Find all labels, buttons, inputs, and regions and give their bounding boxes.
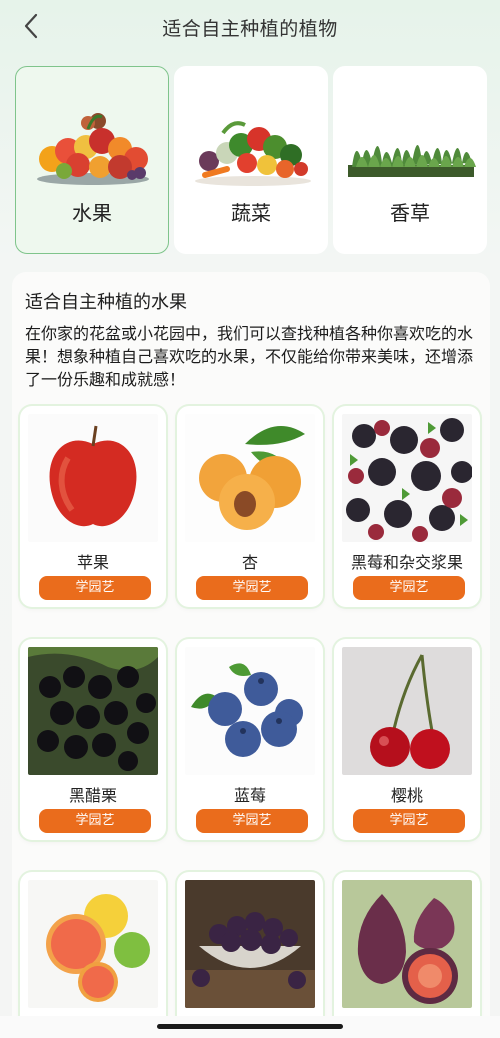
fruit-section: 适合自主种植的水果 在你家的花盆或小花园中，我们可以查找种植各种你喜欢吃的水果！… — [12, 272, 490, 1038]
learn-gardening-button[interactable]: 学园艺 — [39, 576, 151, 600]
learn-gardening-button[interactable]: 学园艺 — [353, 576, 465, 600]
plant-card-plum[interactable] — [177, 872, 323, 1038]
plant-card-fig[interactable] — [334, 872, 480, 1038]
category-vegetables[interactable]: 蔬菜 — [174, 66, 328, 254]
plant-card-cherry[interactable]: 樱桃 学园艺 — [334, 639, 480, 840]
blackberry-image — [342, 414, 472, 542]
category-label: 香草 — [390, 201, 430, 225]
fruit-basket-image — [37, 113, 149, 185]
blackcurrant-image — [28, 647, 158, 775]
home-indicator[interactable] — [157, 1024, 343, 1029]
page-title: 适合自主种植的植物 — [162, 18, 338, 40]
plant-card-blackberry[interactable]: 黑莓和杂交浆果 学园艺 — [334, 406, 480, 607]
learn-gardening-button[interactable]: 学园艺 — [196, 576, 308, 600]
category-label: 蔬菜 — [231, 201, 271, 225]
grapefruit-image — [28, 880, 158, 1008]
plant-name: 蓝莓 — [233, 786, 266, 805]
category-label: 水果 — [72, 201, 112, 225]
learn-gardening-button[interactable]: 学园艺 — [39, 809, 151, 833]
plant-name: 黑莓和杂交浆果 — [350, 553, 463, 572]
blueberry-image — [185, 647, 315, 775]
plant-card-blueberry[interactable]: 蓝莓 学园艺 — [177, 639, 323, 840]
fig-image — [342, 880, 472, 1008]
category-herbs[interactable]: 香草 — [333, 66, 487, 254]
cherry-image — [342, 647, 472, 775]
apricot-image — [185, 414, 315, 542]
category-tabs: 水果 蔬菜 香草 — [15, 66, 487, 254]
plant-card-blackcurrant[interactable]: 黑醋栗 学园艺 — [20, 639, 166, 840]
learn-gardening-button[interactable]: 学园艺 — [196, 809, 308, 833]
plant-name: 苹果 — [76, 553, 109, 572]
category-fruit[interactable]: 水果 — [15, 66, 169, 254]
plant-name: 樱桃 — [390, 786, 423, 805]
learn-gardening-button[interactable]: 学园艺 — [353, 809, 465, 833]
plant-card-grapefruit[interactable] — [20, 872, 166, 1038]
plum-image — [185, 880, 315, 1008]
vegetables-image — [195, 121, 311, 186]
plant-name: 黑醋栗 — [68, 786, 117, 805]
section-description: 在你家的花盆或小花园中，我们可以查找种植各种你喜欢吃的水果！想象种植自己喜欢吃的… — [25, 324, 474, 389]
header: 适合自主种植的植物 — [0, 0, 500, 54]
herbs-image — [348, 145, 476, 177]
apple-image — [28, 414, 158, 542]
section-title: 适合自主种植的水果 — [25, 292, 187, 313]
plant-card-apricot[interactable]: 杏 学园艺 — [177, 406, 323, 607]
plant-card-apple[interactable]: 苹果 学园艺 — [20, 406, 166, 607]
plant-name: 杏 — [241, 553, 258, 572]
